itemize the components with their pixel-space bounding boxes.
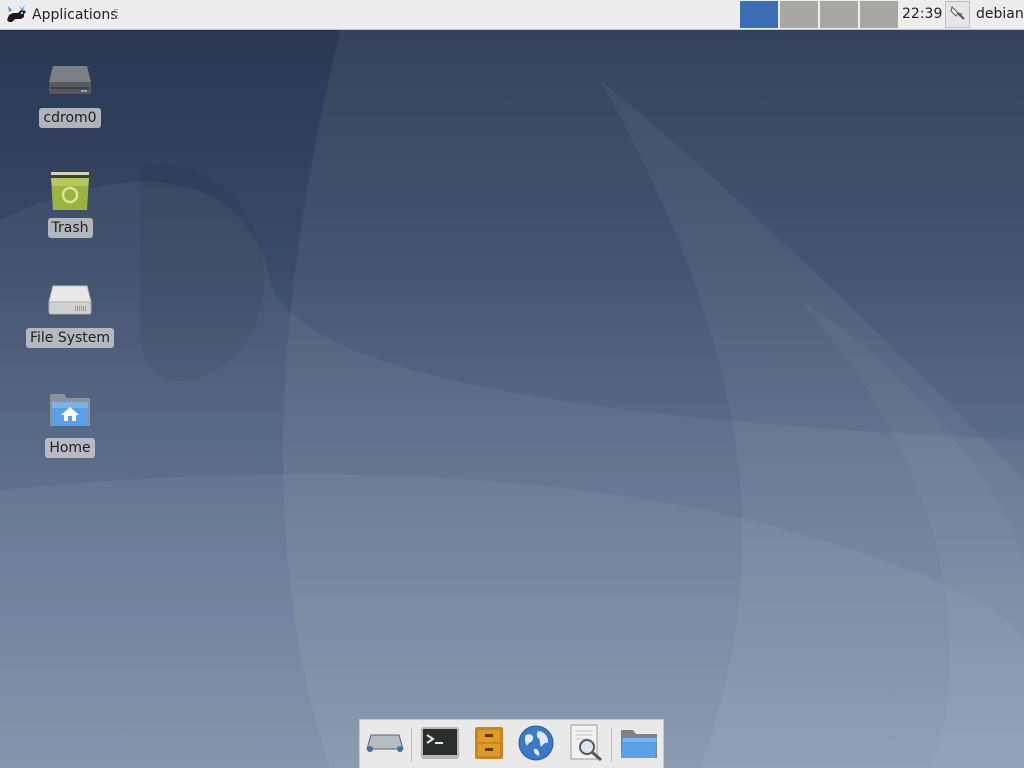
dock-folder[interactable] [618, 725, 660, 765]
trash-icon [46, 166, 94, 214]
dock-terminal[interactable] [419, 725, 461, 765]
xfce-mouse-icon [6, 2, 28, 28]
dock-show-desktop[interactable] [364, 725, 406, 765]
dock-file-manager[interactable] [468, 725, 510, 765]
optical-drive-icon [46, 56, 94, 104]
desktop-icon-label: File System [25, 328, 115, 348]
workspace-2[interactable] [780, 1, 818, 28]
desktop-icon-home[interactable]: Home [20, 386, 120, 458]
desktop-icon-label: Home [45, 438, 95, 458]
workspace-1[interactable] [740, 1, 778, 28]
globe-icon [518, 725, 554, 765]
desktop-icon-cdrom0[interactable]: cdrom0 [20, 56, 120, 128]
home-folder-icon [46, 386, 94, 434]
network-cable-icon [949, 4, 967, 26]
desktop-icon-trash[interactable]: Trash [20, 166, 120, 238]
desktop-icon-file-system[interactable]: File System [20, 276, 120, 348]
folder-icon [620, 727, 658, 763]
bottom-dock [359, 719, 664, 768]
workspace-4[interactable] [860, 1, 898, 28]
dock-web-browser[interactable] [515, 725, 557, 765]
terminal-icon [420, 726, 460, 764]
top-panel: Applications 22:39 debian [0, 0, 1024, 30]
desktop[interactable]: cdrom0 Trash File System Home [0, 0, 1024, 768]
workspace-switcher [740, 1, 898, 28]
desktop-wallpaper [0, 30, 1024, 768]
desktop-icon-label: Trash [47, 218, 93, 238]
dock-separator [411, 728, 412, 762]
applications-menu-label: Applications [32, 7, 118, 23]
search-document-icon [568, 724, 604, 766]
dock-separator [611, 728, 612, 762]
network-status-button[interactable] [945, 1, 970, 28]
show-desktop-icon [365, 731, 405, 759]
clock[interactable]: 22:39 [902, 6, 942, 22]
file-cabinet-icon [474, 726, 504, 764]
workspace-3[interactable] [820, 1, 858, 28]
applications-menu-button[interactable]: Applications [2, 2, 122, 28]
dock-app-finder[interactable] [565, 724, 607, 766]
desktop-icon-label: cdrom0 [39, 108, 101, 128]
panel-handle[interactable] [114, 9, 118, 21]
hard-drive-icon [46, 276, 94, 324]
user-menu[interactable]: debian [976, 6, 1024, 22]
